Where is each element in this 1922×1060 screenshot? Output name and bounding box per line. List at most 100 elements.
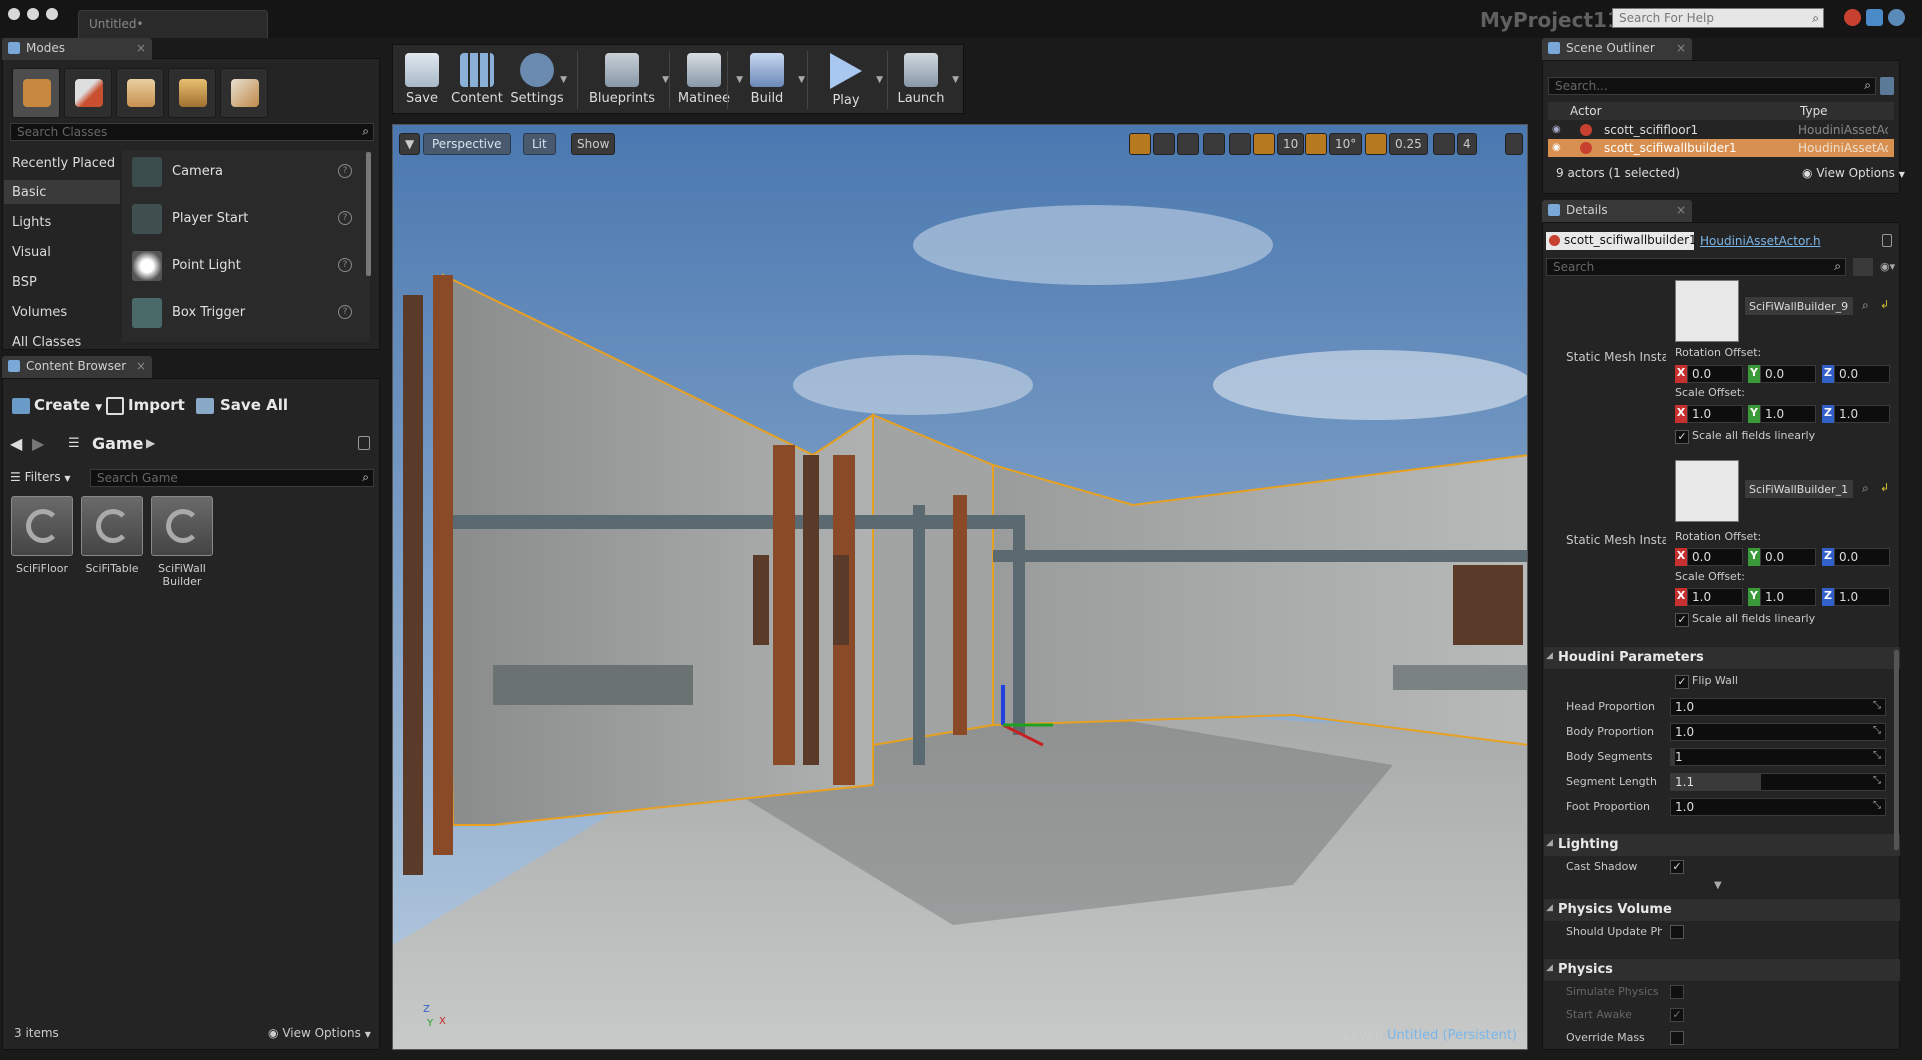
column-type[interactable]: Type — [1800, 104, 1828, 118]
simulate-physics-checkbox[interactable] — [1670, 985, 1684, 999]
tab-modes[interactable]: Modes × — [2, 38, 152, 60]
world-space-icon[interactable] — [1203, 133, 1225, 155]
mesh-thumbnail[interactable] — [1675, 280, 1739, 342]
play-button[interactable]: Play ▼ — [811, 45, 883, 115]
column-actor[interactable]: Actor — [1570, 104, 1602, 118]
rotation-x-field[interactable]: 0.0 — [1687, 365, 1743, 383]
mesh-select-dropdown[interactable]: SciFiWallBuilder_1 — [1744, 479, 1854, 499]
parameter-slider[interactable]: 1.0 ⤡ — [1670, 723, 1886, 741]
place-mode-button[interactable] — [12, 68, 60, 118]
should-update-physics-volume-checkbox[interactable] — [1670, 925, 1684, 939]
scale-x-field[interactable]: 1.0 — [1687, 588, 1743, 606]
tab-content-browser[interactable]: Content Browser × — [2, 356, 152, 378]
category-basic[interactable]: Basic — [12, 185, 46, 200]
rotate-tool-icon[interactable] — [1153, 133, 1175, 155]
marketplace-icon[interactable] — [1888, 9, 1905, 26]
physics-section[interactable]: Physics — [1544, 959, 1900, 981]
rotation-snap-value[interactable]: 10° — [1329, 133, 1363, 155]
scale-linear-checkbox[interactable]: ✓ — [1675, 430, 1689, 444]
mesh-select-dropdown[interactable]: SciFiWallBuilder_9 — [1744, 296, 1854, 316]
scrollbar[interactable] — [366, 152, 371, 276]
rotation-y-field[interactable]: 0.0 — [1760, 365, 1816, 383]
eye-icon[interactable]: ◉▾ — [1880, 260, 1895, 273]
tab-details[interactable]: Details × — [1542, 200, 1692, 222]
parameter-slider[interactable]: 1.1 ⤡ — [1670, 773, 1886, 791]
help-icon[interactable]: ? — [338, 305, 352, 319]
show-button[interactable]: Show — [571, 133, 616, 155]
back-arrow-icon[interactable]: ◀ — [10, 434, 22, 453]
override-mass-checkbox[interactable] — [1670, 1031, 1684, 1045]
scale-x-field[interactable]: 1.0 — [1687, 405, 1743, 423]
houdini-parameters-section[interactable]: Houdini Parameters — [1544, 647, 1900, 669]
category-volumes[interactable]: Volumes — [12, 305, 67, 320]
level-viewport[interactable]: ▼ Perspective Lit Show 10 10° 0.25 4 Z X… — [392, 124, 1528, 1050]
expand-advanced-icon[interactable]: ▼ — [1714, 880, 1722, 891]
grid-snap-icon[interactable] — [1253, 133, 1275, 155]
cast-shadow-checkbox[interactable]: ✓ — [1670, 860, 1684, 874]
category-bsp[interactable]: BSP — [12, 275, 37, 290]
eye-icon[interactable]: ◉ — [1552, 142, 1561, 153]
scale-z-field[interactable]: 1.0 — [1834, 588, 1890, 606]
forward-arrow-icon[interactable]: ▶ — [32, 434, 44, 453]
camera-speed-value[interactable]: 4 — [1457, 133, 1477, 155]
settings-button[interactable]: Settings ▼ — [509, 45, 567, 115]
feedback-icon[interactable] — [1866, 9, 1883, 26]
details-scrollbar[interactable] — [1894, 650, 1899, 850]
maximize-window-icon[interactable] — [46, 8, 58, 20]
asset-tile[interactable]: SciFiFloor — [11, 496, 73, 575]
minimize-window-icon[interactable] — [27, 8, 39, 20]
dropdown-arrow-icon[interactable]: ▼ — [876, 75, 883, 85]
save-button[interactable]: Save — [399, 45, 445, 115]
close-window-icon[interactable] — [8, 8, 20, 20]
list-item[interactable]: Player Start? — [128, 197, 358, 241]
category-visual[interactable]: Visual — [12, 245, 51, 260]
notifications-icon[interactable] — [1844, 9, 1861, 26]
import-button[interactable]: Import — [106, 396, 185, 415]
class-source-link[interactable]: HoudiniAssetActor.h — [1700, 234, 1821, 248]
scale-linear-checkbox[interactable]: ✓ — [1675, 613, 1689, 627]
start-awake-checkbox[interactable]: ✓ — [1670, 1008, 1684, 1022]
browse-icon[interactable]: ⌕ — [1862, 298, 1869, 313]
help-search-input[interactable]: Search For Help ⌕ — [1612, 8, 1824, 28]
object-name-field[interactable]: scott_scifiwallbuilder1 — [1546, 232, 1697, 250]
rotation-z-field[interactable]: 0.0 — [1834, 365, 1890, 383]
path-root[interactable]: Game — [92, 434, 143, 453]
list-item[interactable]: Camera? — [128, 150, 358, 194]
browse-icon[interactable]: ⌕ — [1862, 481, 1869, 496]
rotation-x-field[interactable]: 0.0 — [1687, 548, 1743, 566]
build-button[interactable]: Build ▼ — [731, 45, 805, 115]
physics-volume-section[interactable]: Physics Volume — [1544, 899, 1900, 921]
close-icon[interactable]: × — [1676, 41, 1686, 55]
scale-snap-icon[interactable] — [1365, 133, 1387, 155]
dropdown-arrow-icon[interactable]: ▼ — [952, 75, 959, 85]
surface-snap-icon[interactable] — [1229, 133, 1251, 155]
document-tab[interactable]: Untitled• — [78, 10, 268, 38]
category-all-classes[interactable]: All Classes — [12, 335, 81, 350]
table-row[interactable]: ◉ scott_scififloor1 HoudiniAssetActor — [1548, 121, 1894, 139]
lock-icon[interactable] — [1882, 234, 1892, 247]
grid-snap-value[interactable]: 10 — [1277, 133, 1305, 155]
add-filter-icon[interactable] — [1880, 77, 1894, 95]
scale-z-field[interactable]: 1.0 — [1834, 405, 1890, 423]
view-options-button[interactable]: ◉ View Options ▼ — [268, 1026, 371, 1040]
rotation-snap-icon[interactable] — [1305, 133, 1327, 155]
scale-tool-icon[interactable] — [1177, 133, 1199, 155]
perspective-button[interactable]: Perspective — [423, 133, 511, 155]
geometry-mode-button[interactable] — [220, 68, 268, 118]
scale-y-field[interactable]: 1.0 — [1760, 588, 1816, 606]
camera-speed-icon[interactable] — [1433, 133, 1455, 155]
outliner-search-input[interactable]: Search... ⌕ — [1548, 77, 1876, 95]
parameter-slider[interactable]: 1.0 ⤡ — [1670, 698, 1886, 716]
scale-y-field[interactable]: 1.0 — [1760, 405, 1816, 423]
mesh-thumbnail[interactable] — [1675, 460, 1739, 522]
tab-scene-outliner[interactable]: Scene Outliner × — [1542, 38, 1692, 60]
search-classes-input[interactable]: Search Classes ⌕ — [10, 123, 374, 141]
save-all-button[interactable]: Save All — [196, 396, 288, 414]
rotation-y-field[interactable]: 0.0 — [1760, 548, 1816, 566]
use-selected-icon[interactable]: ↲ — [1880, 298, 1889, 311]
use-selected-icon[interactable]: ↲ — [1880, 481, 1889, 494]
close-icon[interactable]: × — [136, 41, 146, 55]
move-tool-icon[interactable] — [1129, 133, 1151, 155]
create-button[interactable]: Create ▼ — [12, 396, 102, 414]
eye-icon[interactable]: ◉ — [1552, 124, 1561, 135]
